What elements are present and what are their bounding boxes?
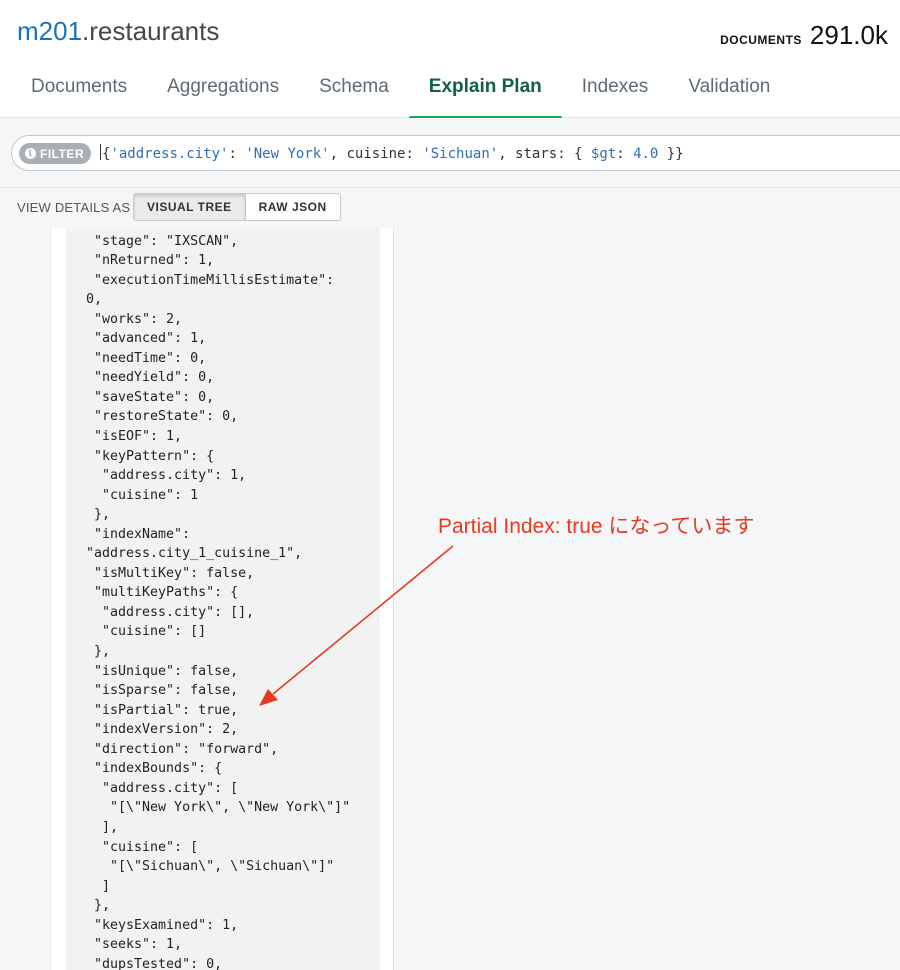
filter-query-text[interactable]: {'address.city': 'New York', cuisine: 'S… xyxy=(100,144,684,162)
json-line: "isSparse": false, xyxy=(86,683,239,699)
json-line: "isPartial": true, xyxy=(86,702,239,718)
filter-pill-label: FILTER xyxy=(40,146,85,161)
collection-name: .restaurants xyxy=(82,16,220,46)
json-line: "needYield": 0, xyxy=(86,370,215,386)
json-line: "isUnique": false, xyxy=(86,663,239,679)
visual-tree-button[interactable]: VISUAL TREE xyxy=(134,194,245,220)
collection-title: m201.restaurants xyxy=(17,16,219,47)
annotation-text: Partial Index: true になっています xyxy=(438,515,755,538)
tab-indexes[interactable]: Indexes xyxy=(562,66,669,118)
json-line: }, xyxy=(86,898,111,914)
document-count: DOCUMENTS 291.0k xyxy=(720,20,888,51)
query-bar: i FILTER {'address.city': 'New York', cu… xyxy=(0,118,900,188)
json-line: "address.city_1_cuisine_1", xyxy=(86,546,303,562)
filter-input[interactable]: i FILTER {'address.city': 'New York', cu… xyxy=(11,135,900,171)
json-line: "cuisine": [] xyxy=(86,624,207,640)
json-line: "direction": "forward", xyxy=(86,741,279,757)
filter-sep: , stars: { xyxy=(498,146,591,162)
json-line: "seeks": 1, xyxy=(86,937,183,953)
json-line: ] xyxy=(86,878,111,894)
json-line: "address.city": [], xyxy=(86,604,255,620)
json-line: "indexVersion": 2, xyxy=(86,722,239,738)
json-line: "keyPattern": { xyxy=(86,448,215,464)
tab-schema[interactable]: Schema xyxy=(299,66,409,118)
json-line: "isEOF": 1, xyxy=(86,429,183,445)
filter-brace: }} xyxy=(658,146,684,162)
view-details-row: VIEW DETAILS AS VISUAL TREE RAW JSON xyxy=(0,188,900,228)
json-line: "keysExamined": 1, xyxy=(86,917,239,933)
view-details-label: VIEW DETAILS AS xyxy=(17,200,131,215)
filter-number: 4.0 xyxy=(633,146,659,162)
json-line: }, xyxy=(86,507,111,523)
filter-key: 'address.city' xyxy=(110,146,229,162)
explain-plan-content: { "stage": "IXSCAN", "nReturned": 1, "ex… xyxy=(0,228,900,970)
filter-sep: : xyxy=(228,146,246,162)
json-line: "executionTimeMillisEstimate": xyxy=(86,272,335,288)
json-line: "multiKeyPaths": { xyxy=(86,585,239,601)
filter-operator: $gt xyxy=(590,146,617,162)
tab-explain-plan[interactable]: Explain Plan xyxy=(408,66,562,120)
stage-json: { "stage": "IXSCAN", "nReturned": 1, "ex… xyxy=(86,228,350,970)
json-line: "restoreState": 0, xyxy=(86,409,239,425)
json-line: "[\"New York\", \"New York\"]" xyxy=(86,800,351,816)
json-line: "indexBounds": { xyxy=(86,761,223,777)
json-line: "needTime": 0, xyxy=(86,350,207,366)
documents-label: DOCUMENTS xyxy=(720,33,802,47)
filter-pill[interactable]: i FILTER xyxy=(19,143,92,164)
json-line: "address.city": [ xyxy=(86,780,239,796)
text-cursor xyxy=(100,144,101,160)
filter-string: 'New York' xyxy=(245,146,330,162)
json-line: 0, xyxy=(86,292,103,308)
database-name[interactable]: m201 xyxy=(17,16,82,46)
documents-count-value: 291.0k xyxy=(809,20,888,50)
json-line: "nReturned": 1, xyxy=(86,253,215,269)
json-line: "advanced": 1, xyxy=(86,331,207,347)
tab-documents[interactable]: Documents xyxy=(0,66,147,118)
json-line: "cuisine": 1 xyxy=(86,487,199,503)
json-line: "[\"Sichuan\", \"Sichuan\"]" xyxy=(86,859,335,875)
json-line: "cuisine": [ xyxy=(86,839,199,855)
filter-sep: : xyxy=(616,146,634,162)
json-line: "saveState": 0, xyxy=(86,389,215,405)
tab-validation[interactable]: Validation xyxy=(668,66,790,118)
json-line: "works": 2, xyxy=(86,311,183,327)
json-line: ], xyxy=(86,819,119,835)
json-line: "address.city": 1, xyxy=(86,468,247,484)
tab-aggregations[interactable]: Aggregations xyxy=(147,66,299,118)
info-icon: i xyxy=(25,148,36,159)
filter-string: 'Sichuan' xyxy=(422,146,499,162)
filter-sep: , cuisine: xyxy=(329,146,423,162)
json-line: "isMultiKey": false, xyxy=(86,565,255,581)
json-line: "indexName": xyxy=(86,526,191,542)
json-line: }, xyxy=(86,644,111,660)
collection-header: m201.restaurants DOCUMENTS 291.0k Docume… xyxy=(0,0,900,120)
raw-json-button[interactable]: RAW JSON xyxy=(244,194,340,220)
view-toggle: VISUAL TREE RAW JSON xyxy=(133,193,341,221)
collection-tabs: Documents Aggregations Schema Explain Pl… xyxy=(0,66,790,120)
json-line: "stage": "IXSCAN", xyxy=(86,233,239,249)
json-line: "dupsTested": 0, xyxy=(86,956,223,970)
